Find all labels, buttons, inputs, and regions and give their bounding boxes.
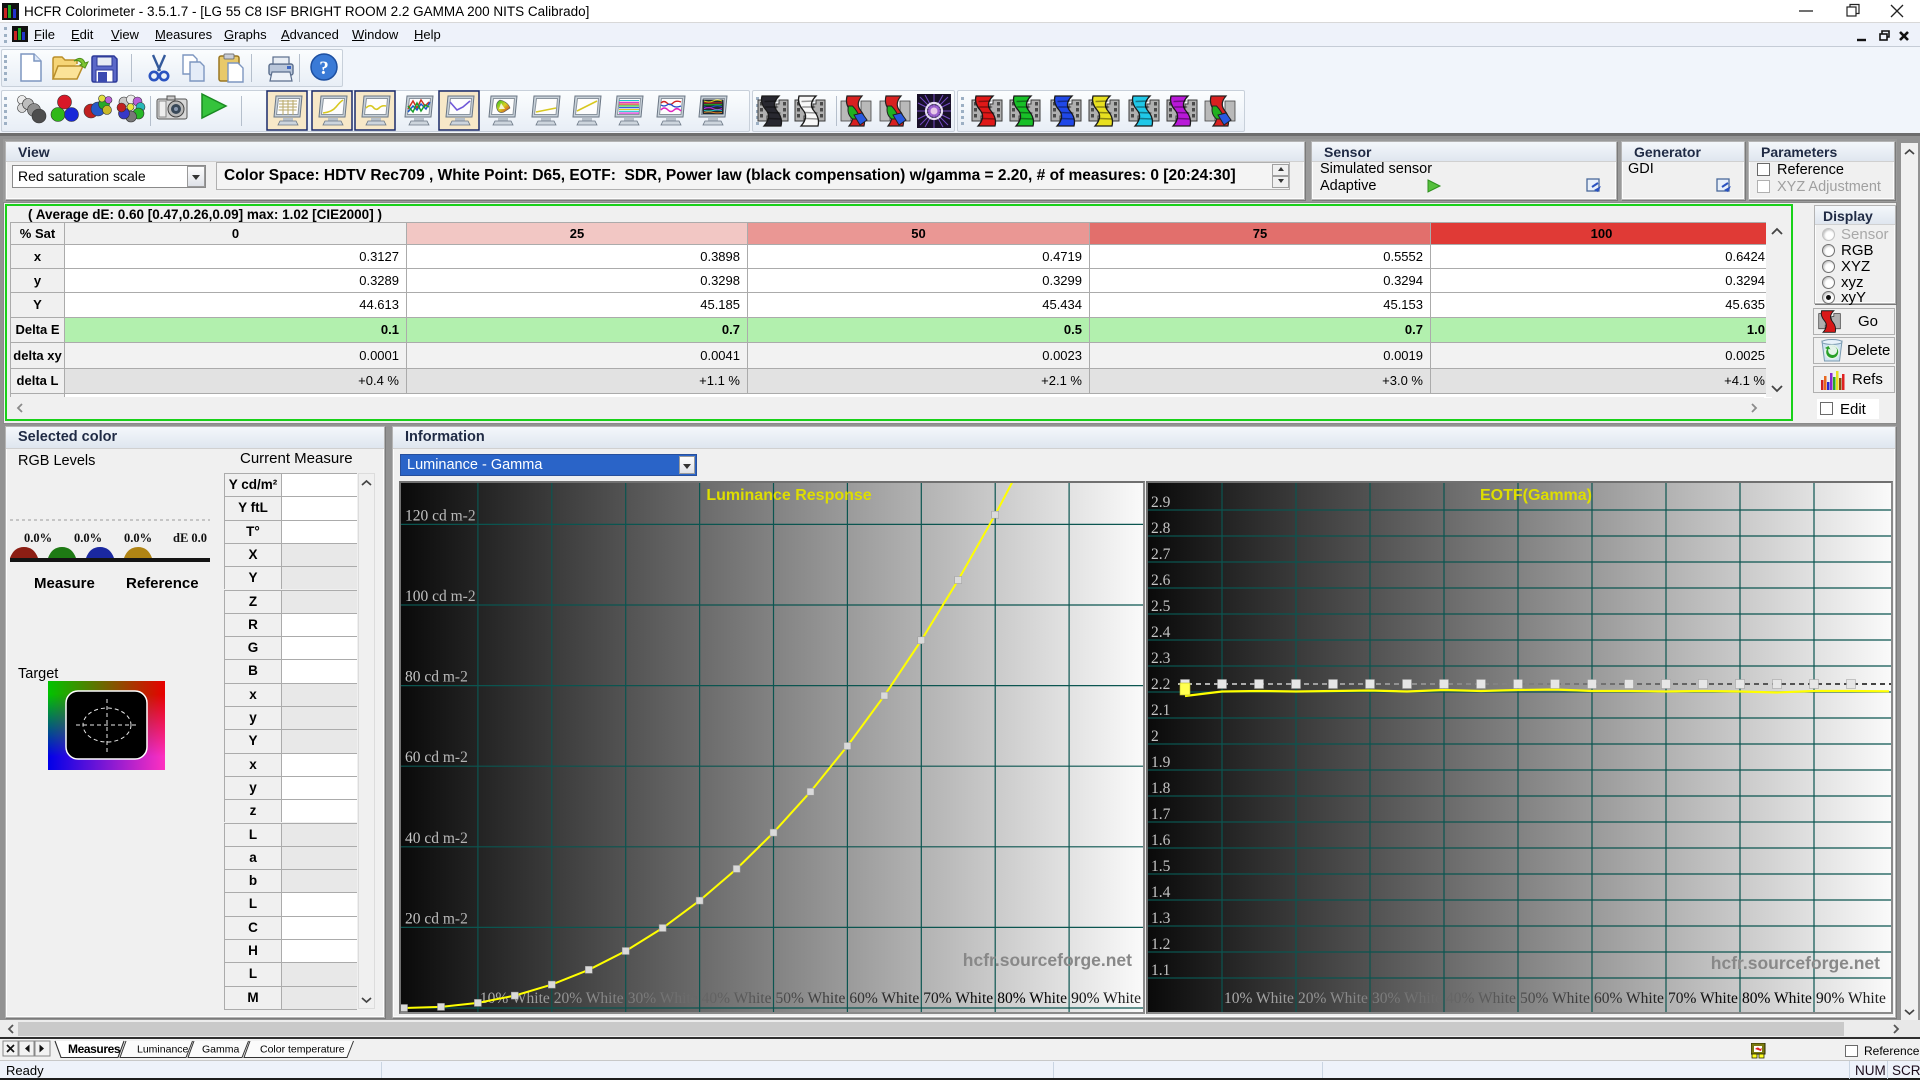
svg-text:80% White: 80% White bbox=[1742, 990, 1812, 1007]
svg-text:90% White: 90% White bbox=[1816, 990, 1886, 1007]
svg-text:60 cd m-2: 60 cd m-2 bbox=[405, 749, 468, 766]
svg-text:50% White: 50% White bbox=[1520, 990, 1590, 1007]
svg-text:1.8: 1.8 bbox=[1151, 780, 1171, 797]
svg-text:1.7: 1.7 bbox=[1151, 806, 1171, 823]
svg-text:2.7: 2.7 bbox=[1151, 546, 1171, 563]
svg-text:1.3: 1.3 bbox=[1151, 910, 1171, 927]
svg-text:2.4: 2.4 bbox=[1151, 624, 1171, 641]
svg-text:hcfr.sourceforge.net: hcfr.sourceforge.net bbox=[963, 950, 1132, 970]
svg-text:Luminance: Luminance bbox=[137, 1044, 189, 1056]
svg-text:0.0%: 0.0% bbox=[24, 531, 52, 545]
svg-text:dE 0.0: dE 0.0 bbox=[173, 531, 207, 545]
svg-text:2: 2 bbox=[1151, 728, 1159, 745]
svg-text:1.5: 1.5 bbox=[1151, 858, 1171, 875]
svg-text:1.1: 1.1 bbox=[1151, 962, 1170, 979]
svg-text:Luminance Response: Luminance Response bbox=[706, 487, 871, 504]
svg-text:2.3: 2.3 bbox=[1151, 650, 1171, 667]
svg-text:2.5: 2.5 bbox=[1151, 598, 1171, 615]
svg-text:1.2: 1.2 bbox=[1151, 936, 1170, 953]
svg-text:60% White: 60% White bbox=[1594, 990, 1664, 1007]
svg-text:2.9: 2.9 bbox=[1151, 494, 1171, 511]
svg-text:20% White: 20% White bbox=[554, 990, 624, 1007]
svg-text:90% White: 90% White bbox=[1071, 990, 1141, 1007]
svg-text:50% White: 50% White bbox=[776, 990, 846, 1007]
svg-text:30% White: 30% White bbox=[628, 990, 698, 1007]
svg-text:40 cd m-2: 40 cd m-2 bbox=[405, 830, 468, 847]
svg-text:1.9: 1.9 bbox=[1151, 754, 1171, 771]
svg-text:0.0%: 0.0% bbox=[74, 531, 102, 545]
svg-text:80 cd m-2: 80 cd m-2 bbox=[405, 669, 468, 686]
svg-text:hcfr.sourceforge.net: hcfr.sourceforge.net bbox=[1711, 953, 1880, 973]
svg-text:80% White: 80% White bbox=[997, 990, 1067, 1007]
svg-text:EOTF(Gamma): EOTF(Gamma) bbox=[1480, 487, 1592, 504]
svg-text:0.0%: 0.0% bbox=[124, 531, 152, 545]
svg-text:40% White: 40% White bbox=[1446, 990, 1516, 1007]
svg-text:Gamma: Gamma bbox=[202, 1044, 240, 1056]
svg-text:20 cd m-2: 20 cd m-2 bbox=[405, 910, 468, 927]
svg-text:2.1: 2.1 bbox=[1151, 702, 1170, 719]
svg-text:Measures: Measures bbox=[68, 1042, 121, 1056]
svg-text:20% White: 20% White bbox=[1298, 990, 1368, 1007]
svg-text:60% White: 60% White bbox=[849, 990, 919, 1007]
svg-text:1.4: 1.4 bbox=[1151, 884, 1171, 901]
svg-text:100 cd m-2: 100 cd m-2 bbox=[405, 588, 476, 605]
svg-text:70% White: 70% White bbox=[1668, 990, 1738, 1007]
svg-text:40% White: 40% White bbox=[702, 990, 772, 1007]
svg-text:120 cd m-2: 120 cd m-2 bbox=[405, 507, 476, 524]
svg-text:2.2: 2.2 bbox=[1151, 676, 1170, 693]
svg-text:2.8: 2.8 bbox=[1151, 520, 1171, 537]
svg-text:2.6: 2.6 bbox=[1151, 572, 1171, 589]
svg-text:30% White: 30% White bbox=[1372, 990, 1442, 1007]
svg-text:?: ? bbox=[319, 58, 329, 79]
svg-text:1.6: 1.6 bbox=[1151, 832, 1171, 849]
svg-text:Color temperature: Color temperature bbox=[260, 1044, 345, 1056]
svg-text:70% White: 70% White bbox=[923, 990, 993, 1007]
svg-text:10% White: 10% White bbox=[1224, 990, 1294, 1007]
